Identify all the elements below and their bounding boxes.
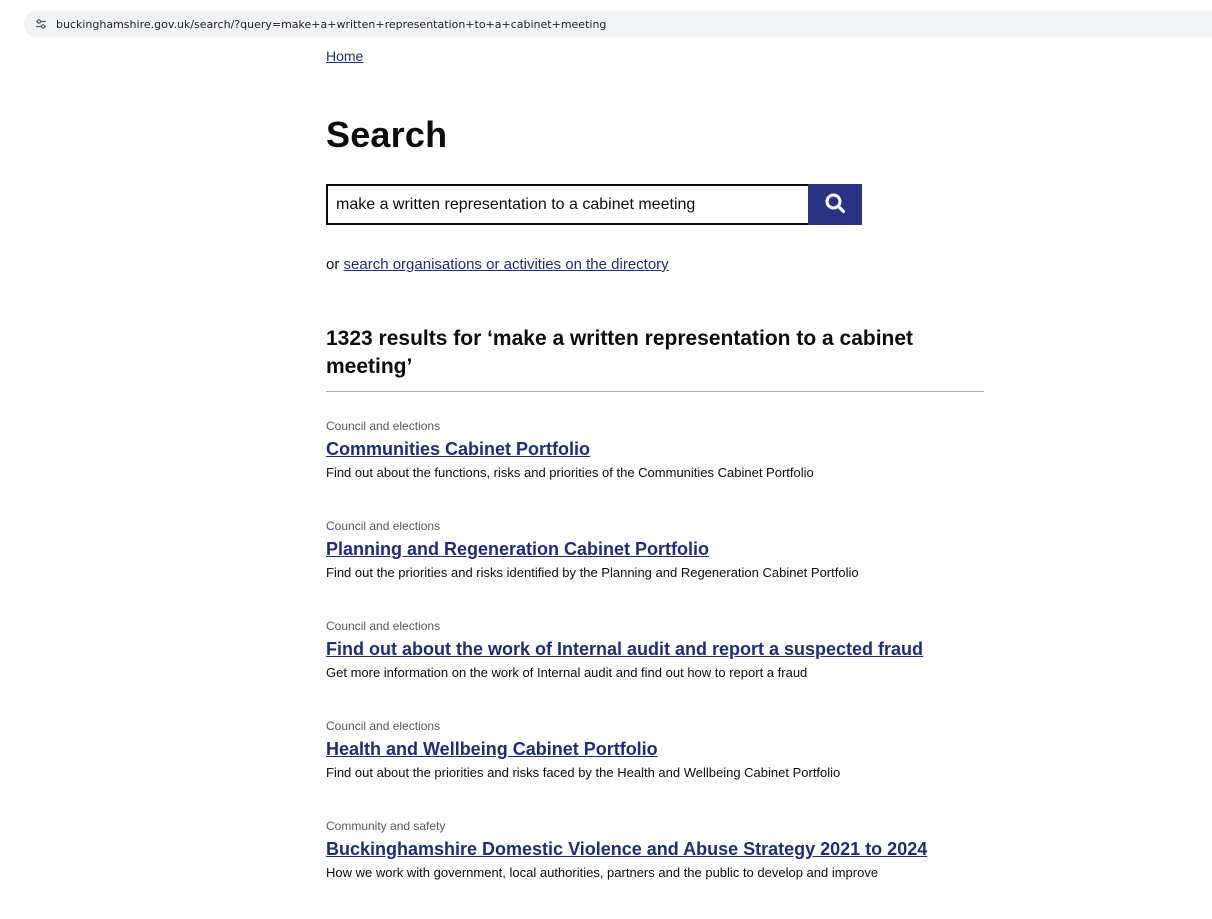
results-list: Council and elections Communities Cabine… bbox=[326, 419, 986, 919]
result-category: Council and elections bbox=[326, 719, 441, 733]
result-description: Find out the priorities and risks identi… bbox=[326, 565, 859, 580]
result-category: Council and elections bbox=[326, 419, 441, 433]
directory-link[interactable]: search organisations or activities on th… bbox=[344, 256, 669, 273]
result-description: Find out about the priorities and risks … bbox=[326, 765, 841, 780]
result-category: Council and elections bbox=[326, 619, 441, 633]
address-bar[interactable]: buckinghamshire.gov.uk/search/?query=mak… bbox=[24, 10, 1212, 38]
list-item: Council and elections Communities Cabine… bbox=[326, 419, 986, 519]
result-category: Council and elections bbox=[326, 519, 441, 533]
result-category: Community and safety bbox=[326, 819, 446, 833]
result-title-link[interactable]: Communities Cabinet Portfolio bbox=[326, 438, 986, 460]
result-description: How we work with government, local autho… bbox=[326, 865, 879, 880]
tune-icon[interactable] bbox=[34, 17, 48, 31]
result-title-link[interactable]: Health and Wellbeing Cabinet Portfolio bbox=[326, 738, 986, 760]
breadcrumb: Home bbox=[326, 48, 363, 64]
result-description: Find out about the functions, risks and … bbox=[326, 465, 814, 480]
directory-line: or search organisations or activities on… bbox=[326, 256, 669, 273]
directory-prefix: or bbox=[326, 256, 344, 273]
page-title: Search bbox=[326, 114, 448, 155]
result-title-link[interactable]: Find out about the work of Internal audi… bbox=[326, 638, 986, 660]
results-heading: 1323 results for ‘make a written represe… bbox=[326, 325, 984, 392]
search-form bbox=[326, 184, 862, 225]
list-item: Council and elections Planning and Regen… bbox=[326, 519, 986, 619]
result-title-link[interactable]: Buckinghamshire Domestic Violence and Ab… bbox=[326, 838, 986, 860]
search-icon bbox=[824, 192, 846, 217]
url-text[interactable]: buckinghamshire.gov.uk/search/?query=mak… bbox=[56, 18, 606, 31]
result-title-link[interactable]: Planning and Regeneration Cabinet Portfo… bbox=[326, 538, 986, 560]
breadcrumb-home-link[interactable]: Home bbox=[326, 48, 363, 64]
list-item: Community and safety Buckinghamshire Dom… bbox=[326, 819, 986, 919]
result-description: Get more information on the work of Inte… bbox=[326, 665, 808, 680]
search-input[interactable] bbox=[326, 184, 808, 225]
search-button[interactable] bbox=[808, 184, 862, 225]
list-item: Council and elections Find out about the… bbox=[326, 619, 986, 719]
list-item: Council and elections Health and Wellbei… bbox=[326, 719, 986, 819]
